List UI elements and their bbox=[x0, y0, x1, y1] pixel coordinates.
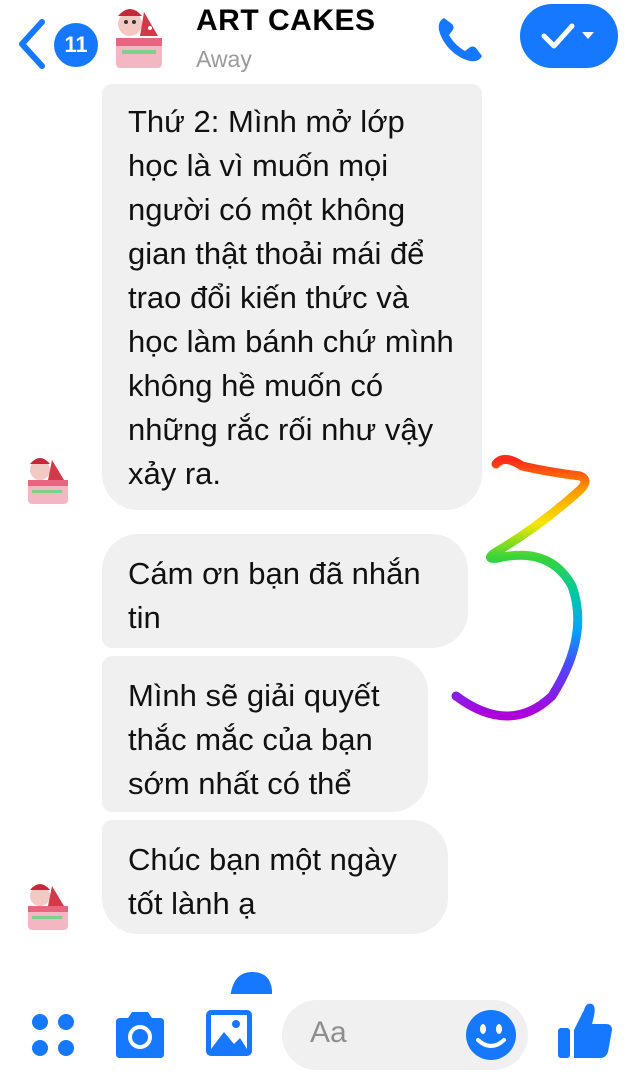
image-icon[interactable] bbox=[204, 1008, 254, 1058]
four-dots-icon[interactable] bbox=[28, 1010, 78, 1060]
checkmark-dropdown-icon bbox=[541, 23, 594, 49]
presence-status: Away bbox=[196, 46, 252, 72]
message-input-placeholder: Aa bbox=[310, 1016, 347, 1049]
message-bubble[interactable]: Cám ơn bạn đã nhắn tin bbox=[102, 534, 468, 648]
call-button[interactable] bbox=[430, 10, 490, 70]
contact-options-button[interactable] bbox=[520, 4, 618, 68]
contact-name: ART CAKES bbox=[196, 4, 376, 37]
camera-icon[interactable] bbox=[112, 1008, 168, 1062]
chevron-left-icon bbox=[19, 19, 45, 69]
phone-icon bbox=[438, 18, 482, 62]
sender-avatar bbox=[28, 884, 68, 930]
back-button[interactable]: 11 bbox=[12, 12, 104, 69]
chat-header: 11 ART CAKES Away bbox=[0, 0, 640, 88]
sender-avatar bbox=[28, 458, 68, 504]
unread-count-badge: 11 bbox=[54, 23, 98, 67]
message-bubble[interactable]: Mình sẽ giải quyết thắc mắc của bạn sớm … bbox=[102, 656, 428, 812]
handwritten-number-3 bbox=[451, 455, 590, 721]
message-bubble[interactable]: Chúc bạn một ngày tốt lành ạ bbox=[102, 820, 448, 934]
cake-avatar[interactable] bbox=[104, 2, 174, 74]
thumbs-up-icon[interactable] bbox=[556, 1000, 614, 1062]
smile-icon[interactable] bbox=[464, 1008, 518, 1062]
message-bubble[interactable]: Thứ 2: Mình mở lớp học là vì muốn mọi ng… bbox=[102, 84, 482, 510]
